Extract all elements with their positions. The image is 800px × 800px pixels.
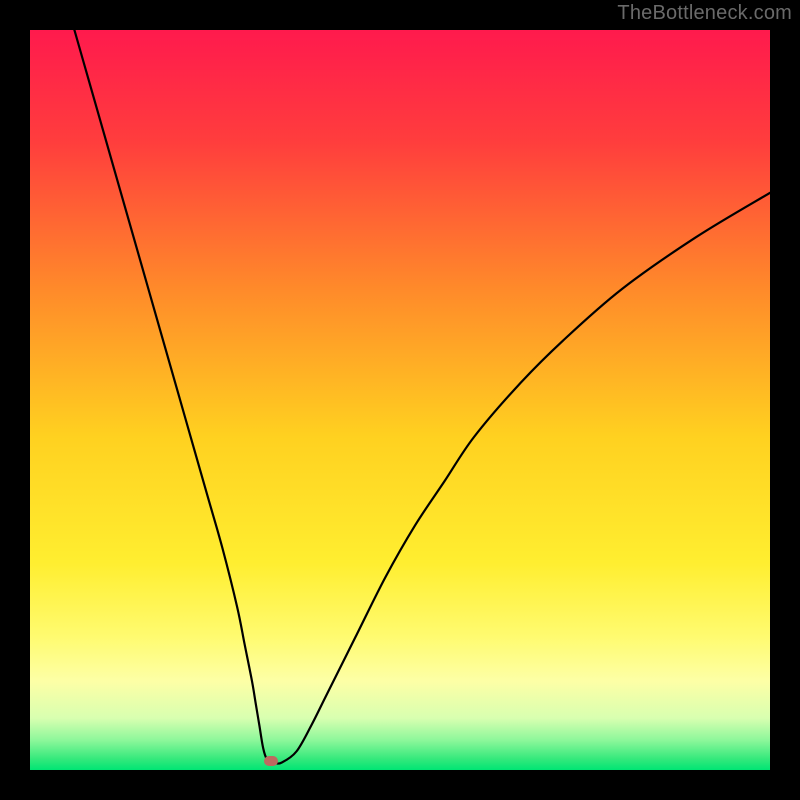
bottleneck-curve [30, 30, 770, 770]
optimal-point-marker [264, 756, 278, 766]
plot-area [30, 30, 770, 770]
chart-frame: TheBottleneck.com [0, 0, 800, 800]
watermark-text: TheBottleneck.com [617, 2, 792, 25]
